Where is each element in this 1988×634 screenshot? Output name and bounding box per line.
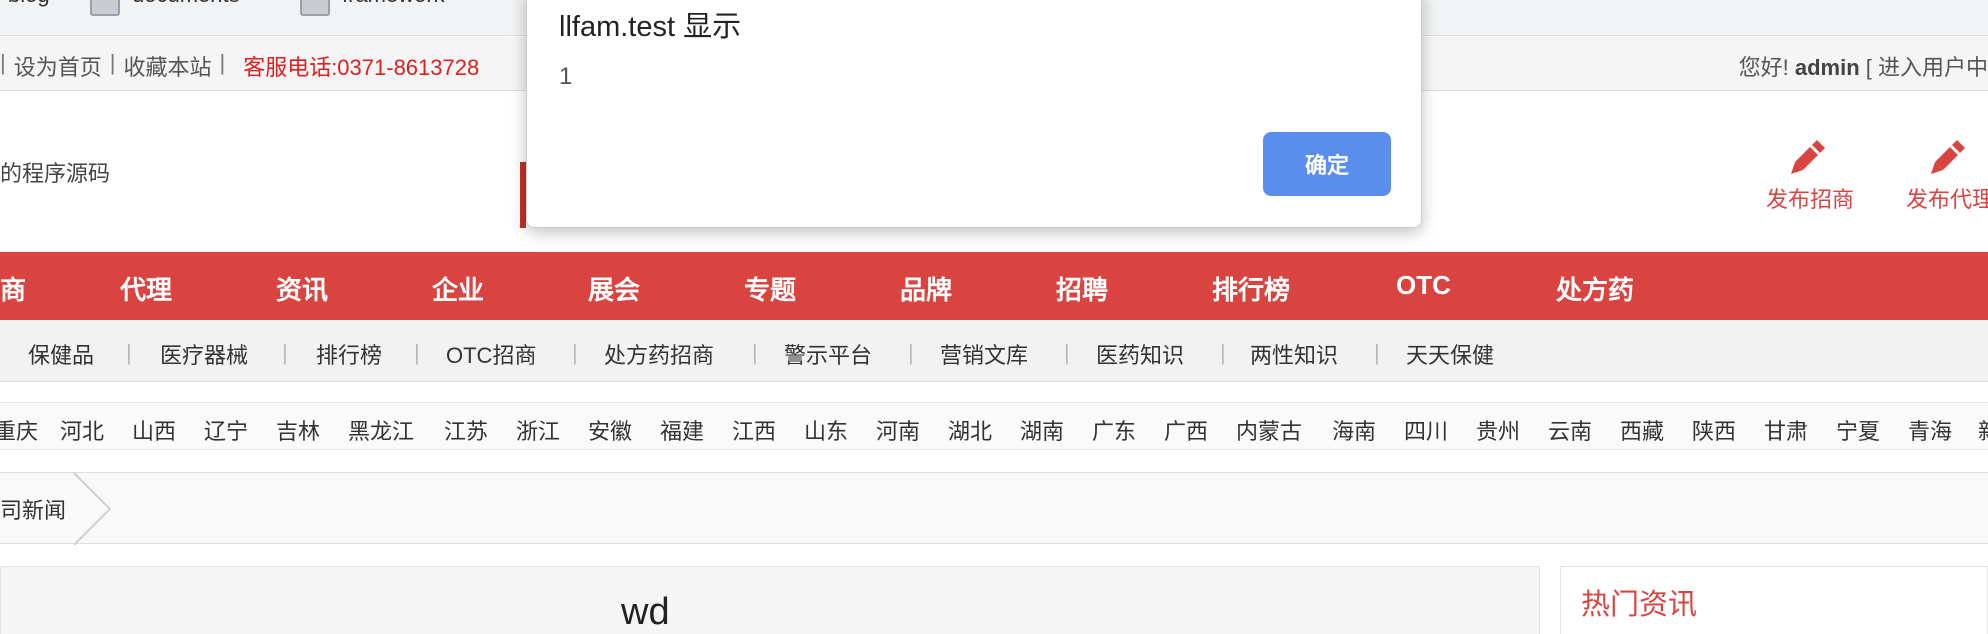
bookmark-documents[interactable]: documents	[90, 0, 240, 16]
sub-nav: 保健品 | 医疗器械 | 排行榜 | OTC招商 | 处方药招商 | 警示平台 …	[0, 320, 1988, 382]
post-agent-label: 发布代理	[1905, 187, 1988, 212]
subnav-item[interactable]: 警示平台	[784, 338, 872, 370]
bookmark-label: framework	[342, 0, 445, 8]
province-link[interactable]: 福建	[660, 414, 704, 446]
user-center-link[interactable]: [ 进入用户中	[1866, 55, 1988, 80]
divider: |	[1374, 340, 1380, 365]
subnav-item[interactable]: 两性知识	[1250, 338, 1338, 370]
bookmark-framework[interactable]: framework	[300, 0, 445, 16]
nav-item[interactable]: 招聘	[1056, 270, 1108, 307]
province-link[interactable]: 陕西	[1692, 414, 1736, 446]
breadcrumb: 司新闻	[0, 472, 1988, 545]
divider: |	[908, 340, 914, 365]
province-link[interactable]: 湖南	[1020, 414, 1064, 446]
hot-news-panel: 热门资讯	[1560, 566, 1988, 634]
province-link[interactable]: 甘肃	[1764, 414, 1808, 446]
subnav-item[interactable]: 保健品	[28, 338, 94, 370]
service-phone: 客服电话:0371-8613728	[243, 55, 480, 80]
bookmark-blog[interactable]: blog	[8, 0, 50, 7]
chevron-right-icon	[73, 473, 112, 545]
post-investment-label: 发布招商	[1765, 187, 1854, 212]
pencil-icon	[1791, 140, 1825, 174]
nav-item[interactable]: 展会	[588, 270, 640, 307]
subnav-item[interactable]: 医疗器械	[160, 338, 248, 370]
province-link[interactable]: 广东	[1092, 414, 1136, 446]
article-panel: wd	[0, 566, 1540, 634]
province-link[interactable]: 湖北	[948, 414, 992, 446]
nav-item[interactable]: 处方药	[1556, 270, 1634, 307]
nav-item[interactable]: 代理	[120, 270, 172, 307]
province-link[interactable]: 浙江	[516, 414, 560, 446]
nav-item[interactable]: 品牌	[900, 270, 952, 307]
province-link[interactable]: 黑龙江	[348, 414, 414, 446]
subnav-item[interactable]: 营销文库	[940, 338, 1028, 370]
pencil-icon	[1931, 140, 1965, 174]
divider: |	[1064, 340, 1070, 365]
province-link[interactable]: 新	[1978, 414, 1988, 446]
divider: |	[126, 340, 132, 365]
province-link[interactable]: 江西	[732, 414, 776, 446]
province-link[interactable]: 河北	[60, 414, 104, 446]
province-list: 重庆 河北 山西 辽宁 吉林 黑龙江 江苏 浙江 安徽 福建 江西 山东 河南 …	[0, 402, 1988, 450]
divider: |	[414, 340, 420, 365]
separator: |	[109, 50, 116, 75]
province-link[interactable]: 四川	[1404, 414, 1448, 446]
post-investment-button[interactable]: 发布招商	[1750, 132, 1870, 214]
province-link[interactable]: 西藏	[1620, 414, 1664, 446]
subnav-item[interactable]: 天天保健	[1406, 338, 1494, 370]
nav-item[interactable]: 排行榜	[1212, 270, 1290, 307]
breadcrumb-current[interactable]: 司新闻	[0, 493, 66, 525]
province-link[interactable]: 重庆	[0, 414, 38, 446]
subnav-item[interactable]: OTC招商	[446, 338, 536, 370]
province-link[interactable]: 贵州	[1476, 414, 1520, 446]
province-link[interactable]: 吉林	[276, 414, 320, 446]
province-link[interactable]: 江苏	[444, 414, 488, 446]
subnav-item[interactable]: 医药知识	[1096, 338, 1184, 370]
post-agent-button[interactable]: 发布代理	[1890, 132, 1988, 214]
folder-icon	[90, 0, 120, 16]
dialog-title: llfam.test 显示	[559, 11, 742, 43]
nav-item[interactable]: 企业	[432, 270, 484, 307]
dialog-message: 1	[559, 63, 573, 90]
province-link[interactable]: 内蒙古	[1236, 414, 1302, 446]
folder-icon	[300, 0, 330, 16]
bookmark-label: blog	[8, 0, 50, 8]
site-slogan: 的程序源码	[0, 161, 111, 186]
hot-news-title: 热门资讯	[1581, 589, 1698, 621]
province-link[interactable]: 辽宁	[204, 414, 248, 446]
set-home-link[interactable]: 设为首页	[14, 50, 102, 82]
divider: |	[282, 340, 288, 365]
nav-item[interactable]: 资讯	[276, 270, 328, 307]
alert-dialog: llfam.test 显示 1 确定	[526, 0, 1422, 228]
nav-item[interactable]: 专题	[744, 270, 796, 307]
nav-item[interactable]: OTC	[1396, 270, 1451, 301]
province-link[interactable]: 山东	[804, 414, 848, 446]
province-link[interactable]: 山西	[132, 414, 176, 446]
subnav-item[interactable]: 排行榜	[316, 338, 382, 370]
province-link[interactable]: 河南	[876, 414, 920, 446]
username: admin	[1794, 55, 1860, 80]
divider: |	[1220, 340, 1226, 365]
province-link[interactable]: 广西	[1164, 414, 1208, 446]
province-link[interactable]: 云南	[1548, 414, 1592, 446]
divider: |	[752, 340, 758, 365]
greeting: 您好!	[1738, 55, 1789, 80]
province-link[interactable]: 青海	[1908, 414, 1952, 446]
separator: |	[219, 50, 226, 75]
divider: |	[572, 340, 578, 365]
province-link[interactable]: 海南	[1332, 414, 1376, 446]
province-link[interactable]: 宁夏	[1836, 414, 1880, 446]
separator: |	[0, 50, 6, 75]
article-title: wd	[621, 591, 670, 633]
bookmark-label: documents	[132, 0, 240, 8]
nav-item[interactable]: 商	[0, 270, 26, 307]
ok-button[interactable]: 确定	[1263, 132, 1391, 196]
page: blog documents framework | 设为首页 | 收藏本站 |…	[0, 0, 1988, 634]
subnav-item[interactable]: 处方药招商	[604, 338, 714, 370]
main-nav: 商 代理 资讯 企业 展会 专题 品牌 招聘 排行榜 OTC 处方药	[0, 252, 1988, 320]
favorite-link[interactable]: 收藏本站	[123, 50, 211, 82]
province-link[interactable]: 安徽	[588, 414, 632, 446]
